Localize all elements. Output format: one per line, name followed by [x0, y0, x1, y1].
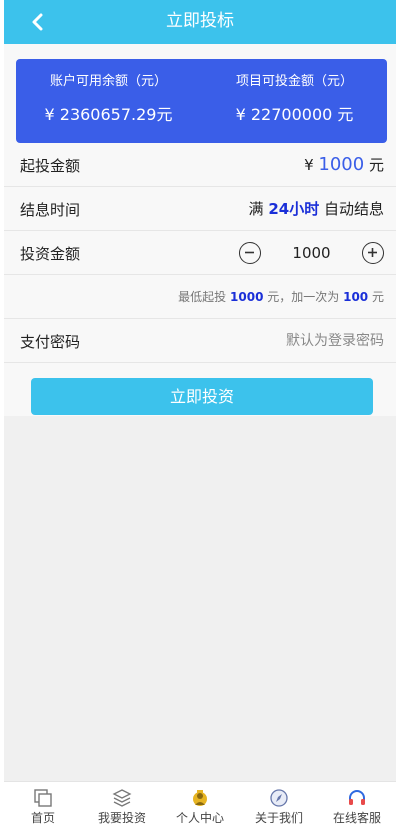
invest-submit-button[interactable]: 立即投资 [31, 378, 373, 415]
start-amount-number: 1000 [318, 154, 365, 175]
invest-amount-stepper [239, 242, 384, 264]
bottom-tab-bar: 首页 我要投资 个人中心 关于我们 在线客服 [4, 781, 396, 835]
home-icon [34, 789, 52, 807]
minus-icon [245, 251, 254, 254]
start-amount-value: ¥ 1000 元 [304, 155, 384, 175]
settle-time-label: 结息时间 [20, 201, 81, 219]
tab-customer-service-label: 在线客服 [332, 811, 381, 825]
plus-icon [368, 248, 377, 257]
hint-min: 1000 [230, 290, 264, 304]
hint-step: 100 [343, 290, 369, 304]
tab-user-center[interactable]: 个人中心 [161, 782, 239, 835]
invest-hint: 最低起投 1000 元，加一次为 100 元 [178, 289, 384, 305]
account-balance: 账户可用余额（元） ¥ 2360657.29元 [16, 59, 201, 125]
invest-amount-label: 投资金额 [20, 245, 81, 263]
increase-button[interactable] [362, 242, 384, 264]
pay-password-label: 支付密码 [20, 333, 81, 351]
tab-home-label: 首页 [30, 811, 55, 825]
start-amount-row: 起投金额 ¥ 1000 元 [4, 144, 396, 187]
tab-invest[interactable]: 我要投资 [83, 782, 161, 835]
layers-icon [112, 789, 132, 807]
settle-time-value: 满 24小时 自动结息 [249, 199, 384, 219]
tab-about[interactable]: 关于我们 [240, 782, 318, 835]
pay-password-input[interactable] [184, 330, 384, 352]
settle-prefix: 满 [248, 200, 264, 218]
hint-text-1: 最低起投 [178, 290, 227, 304]
compass-icon [270, 789, 288, 807]
start-amount-label: 起投金额 [20, 157, 81, 175]
start-amount-unit: 元 [368, 156, 384, 174]
page-title: 立即投标 [166, 11, 234, 31]
tab-home[interactable]: 首页 [4, 782, 82, 835]
tab-about-label: 关于我们 [254, 811, 303, 825]
tab-customer-service[interactable]: 在线客服 [318, 782, 396, 835]
invest-form: 账户可用余额（元） ¥ 2360657.29元 项目可投金额（元） ¥ 2270… [4, 44, 396, 416]
headset-icon [349, 790, 365, 805]
project-available-value: ¥ 22700000 元 [235, 105, 354, 124]
invest-hint-row: 最低起投 1000 元，加一次为 100 元 [4, 276, 396, 319]
account-balance-label: 账户可用余额（元） [49, 74, 167, 89]
balance-card: 账户可用余额（元） ¥ 2360657.29元 项目可投金额（元） ¥ 2270… [16, 59, 387, 143]
hint-text-2: 元，加一次为 [267, 290, 340, 304]
settle-duration: 24小时 [268, 200, 320, 218]
pay-password-row: 支付密码 [4, 320, 396, 363]
hint-text-3: 元 [371, 290, 384, 304]
decrease-button[interactable] [239, 242, 261, 264]
settle-time-row: 结息时间 满 24小时 自动结息 [4, 188, 396, 231]
project-available-label: 项目可投金额（元） [235, 74, 353, 89]
account-balance-value: ¥ 2360657.29元 [44, 105, 173, 124]
top-bar: 立即投标 [4, 0, 396, 44]
user-center-icon [193, 790, 207, 806]
currency-symbol: ¥ [304, 156, 314, 174]
project-available: 项目可投金额（元） ¥ 22700000 元 [202, 59, 387, 125]
tab-user-center-label: 个人中心 [175, 811, 224, 825]
tab-invest-label: 我要投资 [97, 811, 146, 825]
invest-amount-row: 投资金额 [4, 232, 396, 275]
invest-amount-input[interactable] [267, 242, 356, 264]
settle-suffix: 自动结息 [323, 200, 384, 218]
